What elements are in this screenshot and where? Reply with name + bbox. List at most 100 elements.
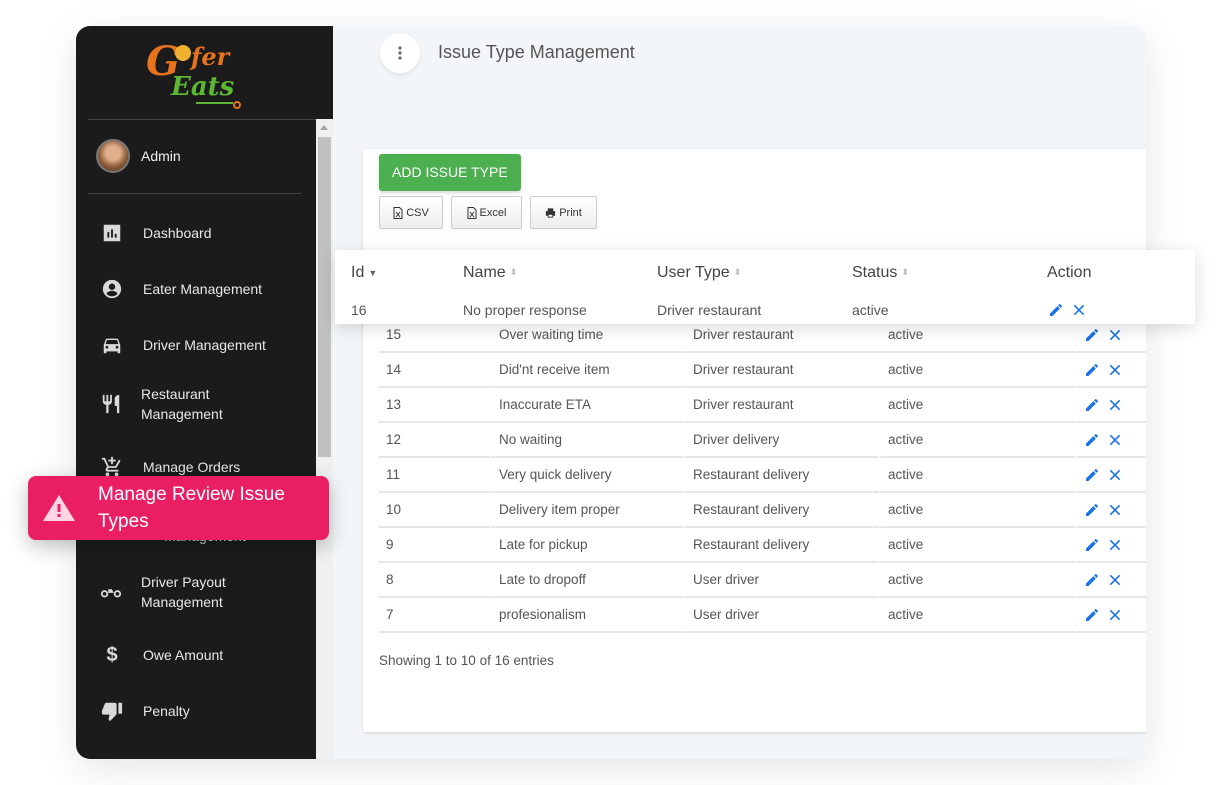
table-row: 9 Late for pickup Restaurant delivery activ… xyxy=(379,528,1146,563)
edit-icon[interactable] xyxy=(1084,362,1100,378)
sidebar-scrollbar[interactable] xyxy=(316,119,333,759)
dollar-icon: $ xyxy=(106,644,118,666)
delete-icon[interactable] xyxy=(1107,362,1123,378)
edit-icon[interactable] xyxy=(1084,572,1100,588)
table-info: Showing 1 to 10 of 16 entries xyxy=(379,653,554,668)
restaurant-icon xyxy=(100,392,122,416)
sidebar-item-driver-payout[interactable]: Driver Payout Management xyxy=(100,572,240,612)
scroll-thumb[interactable] xyxy=(318,137,331,457)
logo-divider xyxy=(88,119,316,120)
edit-icon[interactable] xyxy=(1084,537,1100,553)
column-header-id[interactable]: Id ▼ xyxy=(351,264,377,282)
warning-icon xyxy=(43,495,75,521)
delete-icon[interactable] xyxy=(1107,327,1123,343)
cell-status: active xyxy=(879,563,1075,598)
issue-types-table: 15 Over waiting time Driver restaurant acti… xyxy=(379,318,1146,633)
cell-user-type: Driver restaurant xyxy=(684,388,879,423)
table-row: 13 Inaccurate ETA Driver restaurant active xyxy=(379,388,1146,423)
cell-id: 9 xyxy=(379,528,490,563)
gofer-eats-logo[interactable]: G fer Eats xyxy=(76,26,316,119)
sidebar-item-driver-management[interactable]: Driver Management xyxy=(100,333,266,357)
edit-icon[interactable] xyxy=(1048,302,1064,318)
bar-chart-icon xyxy=(100,221,124,245)
cell-actions xyxy=(1075,423,1146,458)
car-icon xyxy=(100,333,124,357)
sort-icon: ⬍ xyxy=(733,267,742,278)
column-header-name[interactable]: Name ⬍ xyxy=(463,264,517,282)
sidebar-item-label: Owe Amount xyxy=(143,647,224,663)
avatar xyxy=(96,139,130,173)
sort-icon: ⬍ xyxy=(509,267,518,278)
cell-user-type: User driver xyxy=(684,563,879,598)
cell-id: 14 xyxy=(379,353,490,388)
sidebar-item-manage-review-issue-types[interactable]: Manage Review Issue Types xyxy=(28,476,329,540)
delete-icon[interactable] xyxy=(1107,467,1123,483)
cell-id: 10 xyxy=(379,493,490,528)
edit-icon[interactable] xyxy=(1084,397,1100,413)
table-row: 14 Did'nt receive item Driver restaurant ac… xyxy=(379,353,1146,388)
cell-name: Very quick delivery xyxy=(490,458,684,493)
edit-icon[interactable] xyxy=(1084,607,1100,623)
sidebar-item-label: Driver Payout Management xyxy=(141,574,226,610)
highlight-label: Manage Review Issue Types xyxy=(98,484,285,532)
cell-id: 8 xyxy=(379,563,490,598)
table-row: 12 No waiting Driver delivery active xyxy=(379,423,1146,458)
delete-icon[interactable] xyxy=(1107,397,1123,413)
sidebar-item-dashboard[interactable]: Dashboard xyxy=(100,221,212,245)
sidebar-item-owe-amount[interactable]: $ Owe Amount xyxy=(100,643,223,667)
row-16-actions xyxy=(1048,302,1087,318)
column-header-status[interactable]: Status ⬍ xyxy=(852,264,909,282)
cell-status: active xyxy=(879,493,1075,528)
row-16-status: active xyxy=(852,302,889,318)
cell-status: active xyxy=(879,388,1075,423)
excel-export-button[interactable]: Excel xyxy=(451,196,522,229)
cell-name: Did'nt receive item xyxy=(490,353,684,388)
cell-status: active xyxy=(879,458,1075,493)
sidebar-item-eater-management[interactable]: Eater Management xyxy=(100,277,262,301)
cell-user-type: User driver xyxy=(684,598,879,633)
main-content: Issue Type Management ADD ISSUE TYPE CSV… xyxy=(333,26,1146,759)
edit-icon[interactable] xyxy=(1084,502,1100,518)
delete-icon[interactable] xyxy=(1107,537,1123,553)
column-header-user-type[interactable]: User Type ⬍ xyxy=(657,264,741,282)
page-title: Issue Type Management xyxy=(438,42,635,62)
cell-actions xyxy=(1075,563,1146,598)
sidebar-item-restaurant-management[interactable]: Restaurant Management xyxy=(100,384,240,424)
cell-user-type: Restaurant delivery xyxy=(684,458,879,493)
delete-icon[interactable] xyxy=(1107,572,1123,588)
cell-id: 12 xyxy=(379,423,490,458)
more-vert-icon xyxy=(398,46,402,60)
menu-toggle-button[interactable] xyxy=(380,33,420,73)
edit-icon[interactable] xyxy=(1084,432,1100,448)
user-profile[interactable]: Admin xyxy=(96,139,181,173)
cell-actions xyxy=(1075,528,1146,563)
cell-status: active xyxy=(879,598,1075,633)
csv-export-button[interactable]: CSV xyxy=(379,196,443,229)
cell-actions xyxy=(1075,388,1146,423)
app-window: G fer Eats Admin Dashboard Eater Managem… xyxy=(76,26,1146,759)
add-issue-type-button[interactable]: ADD ISSUE TYPE xyxy=(379,154,521,191)
cell-user-type: Driver restaurant xyxy=(684,353,879,388)
table-row: 10 Delivery item proper Restaurant deliver… xyxy=(379,493,1146,528)
sidebar-item-label: Penalty xyxy=(143,703,190,719)
scroll-up-arrow[interactable] xyxy=(320,125,328,130)
delete-icon[interactable] xyxy=(1107,607,1123,623)
cell-status: active xyxy=(879,423,1075,458)
sidebar-item-label: Dashboard xyxy=(143,225,212,241)
delete-icon[interactable] xyxy=(1107,502,1123,518)
sidebar-item-label: Manage Orders xyxy=(143,459,241,475)
delete-icon[interactable] xyxy=(1071,302,1087,318)
print-button[interactable]: Print xyxy=(530,196,597,229)
cell-id: 13 xyxy=(379,388,490,423)
table-row: 8 Late to dropoff User driver active xyxy=(379,563,1146,598)
edit-icon[interactable] xyxy=(1084,467,1100,483)
cell-name: Inaccurate ETA xyxy=(490,388,684,423)
delete-icon[interactable] xyxy=(1107,432,1123,448)
table-row: 11 Very quick delivery Restaurant delivery… xyxy=(379,458,1146,493)
thumb-down-icon xyxy=(100,699,124,723)
row-16-id: 16 xyxy=(351,302,367,318)
sidebar-item-penalty[interactable]: Penalty xyxy=(100,699,190,723)
edit-icon[interactable] xyxy=(1084,327,1100,343)
cell-name: Late to dropoff xyxy=(490,563,684,598)
sidebar: G fer Eats Admin Dashboard Eater Managem… xyxy=(76,26,333,759)
